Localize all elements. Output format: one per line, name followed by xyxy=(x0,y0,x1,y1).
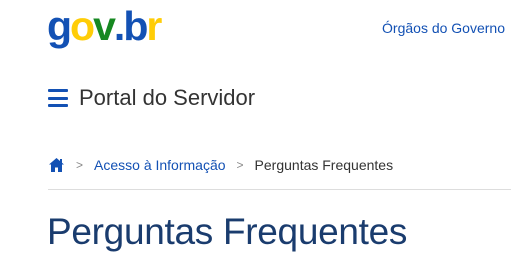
breadcrumb-separator: > xyxy=(236,158,244,172)
logo-letter-g: g xyxy=(47,3,72,49)
portal-title[interactable]: Portal do Servidor xyxy=(79,85,255,111)
logo-dot: . xyxy=(113,3,125,49)
logo-letter-b: b xyxy=(123,3,148,49)
breadcrumb-divider xyxy=(48,189,511,190)
page-title: Perguntas Frequentes xyxy=(47,211,408,252)
home-icon[interactable] xyxy=(48,157,65,173)
page: gov.br Órgãos do Governo Portal do Servi… xyxy=(0,0,511,274)
portal-header: Portal do Servidor xyxy=(48,82,255,114)
logo-letter-v: v xyxy=(93,3,116,49)
breadcrumb-item-perguntas-frequentes: Perguntas Frequentes xyxy=(254,157,394,173)
logo-letter-r: r xyxy=(146,3,162,49)
orgaos-do-governo-link[interactable]: Órgãos do Governo xyxy=(382,20,505,36)
logo-letter-o: o xyxy=(70,3,95,49)
hamburger-menu-icon[interactable] xyxy=(48,89,68,107)
breadcrumb: > Acesso à Informação > Perguntas Freque… xyxy=(48,155,393,175)
breadcrumb-item-acesso-a-informacao[interactable]: Acesso à Informação xyxy=(94,157,226,173)
gov-br-logo[interactable]: gov.br xyxy=(47,3,162,49)
breadcrumb-separator: > xyxy=(76,158,84,172)
